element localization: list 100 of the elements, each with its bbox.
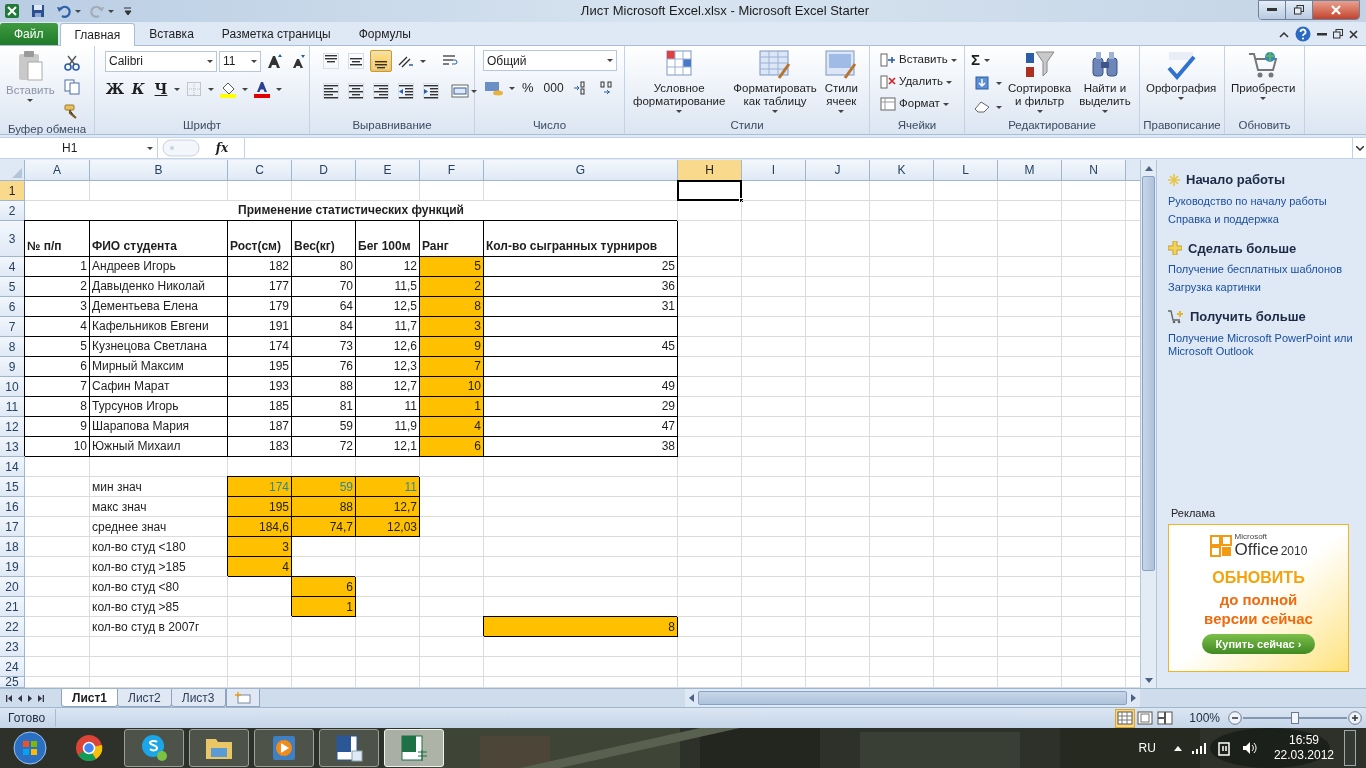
row-header[interactable]: 22	[0, 617, 25, 637]
delete-cells-button[interactable]: Удалить	[878, 72, 959, 92]
conditional-formatting-button[interactable]: Условное форматирование	[629, 50, 728, 113]
ribbon-tab[interactable]: Вставка	[135, 23, 208, 45]
spelling-button[interactable]: Орфография	[1144, 50, 1219, 100]
font-size-field[interactable]: 11	[219, 50, 261, 72]
row-header[interactable]: 12	[0, 417, 25, 437]
percent-button[interactable]: %	[519, 78, 537, 98]
row-header[interactable]: 5	[0, 277, 25, 297]
table-cell: 38	[484, 437, 678, 457]
column-header[interactable]: I	[742, 160, 806, 181]
cell-styles-button[interactable]: Стили ячеек	[822, 50, 860, 113]
clock[interactable]: 16:59 22.03.2012	[1273, 733, 1334, 763]
table-cell: 195	[228, 357, 292, 377]
underline-button[interactable]: Ч	[151, 79, 171, 99]
format-as-table-button[interactable]: Форматировать как таблицу	[731, 50, 819, 113]
table-cell: 47	[484, 417, 678, 437]
pane-link[interactable]: Справка и поддержка	[1168, 212, 1362, 226]
row-header[interactable]: 21	[0, 597, 25, 617]
group-label: Выравнивание	[352, 118, 432, 134]
row-header[interactable]: 10	[0, 377, 25, 397]
pane-link[interactable]: Загрузка картинки	[1168, 281, 1362, 294]
italic-button[interactable]: К	[128, 79, 148, 99]
column-header[interactable]: J	[806, 160, 870, 181]
table-cell: 2	[420, 277, 484, 297]
pane-link[interactable]: Руководство по началу работы	[1168, 194, 1362, 208]
sheet-tab[interactable]: Лист3	[170, 689, 226, 707]
column-header[interactable]: L	[934, 160, 998, 181]
ad-subline: до полной версии сейчас	[1204, 590, 1313, 628]
column-header[interactable]: F	[420, 160, 484, 181]
table-cell: Вес(кг)	[292, 221, 356, 257]
row-header[interactable]: 8	[0, 337, 25, 357]
column-header[interactable]: D	[292, 160, 356, 181]
table-cell: 80	[292, 257, 356, 277]
sort-filter-button[interactable]: Сортировка и фильтр	[1006, 50, 1074, 113]
row-header[interactable]: 15	[0, 477, 25, 497]
ad-headline: ОБНОВИТЬ	[1212, 568, 1305, 588]
row-header[interactable]: 11	[0, 397, 25, 417]
autosum-button[interactable]: Σ	[971, 50, 1002, 70]
group-label: Редактирование	[1008, 118, 1096, 134]
row-header[interactable]: 17	[0, 517, 25, 537]
group-label: Стили	[730, 118, 764, 134]
ribbon-tab[interactable]: Главная	[59, 23, 136, 46]
row-header[interactable]: 18	[0, 537, 25, 557]
table-cell: Кузнецова Светлана	[90, 337, 228, 357]
row-header[interactable]: 24	[0, 657, 25, 677]
column-header[interactable]: C	[228, 160, 292, 181]
row-header[interactable]: 3	[0, 221, 25, 257]
row-header[interactable]: 23	[0, 637, 25, 657]
font-name-field[interactable]: Calibri	[105, 50, 217, 72]
table-cell: 1	[292, 597, 356, 617]
ribbon-tab[interactable]: Файл	[0, 23, 58, 45]
row-header[interactable]: 19	[0, 557, 25, 577]
insert-function-button[interactable]: fx	[215, 139, 229, 157]
language-indicator[interactable]: RU	[1138, 739, 1156, 757]
column-header[interactable]: A	[25, 160, 90, 181]
insert-cells-button[interactable]: Вставить	[878, 50, 959, 70]
ad-banner[interactable]: Microsoft Office 2010 ОБНОВИТЬ до полной версии сейчас Купить сейчас ›	[1168, 524, 1349, 672]
table-cell: 174	[228, 477, 292, 497]
table-cell: 182	[228, 257, 292, 277]
table-cell: 73	[292, 337, 356, 357]
row-header[interactable]: 6	[0, 297, 25, 317]
table-cell: 184,6	[228, 517, 292, 537]
buy-button[interactable]: Приобрести	[1229, 50, 1298, 100]
ribbon-tab[interactable]: Разметка страницы	[207, 23, 345, 45]
row-header[interactable]: 20	[0, 577, 25, 597]
column-header[interactable]: E	[356, 160, 420, 181]
pane-link[interactable]: Получение Microsoft PowerPoint или Microsoft Outlook	[1168, 331, 1362, 358]
column-header[interactable]: N	[1062, 160, 1126, 181]
table-cell: 12,03	[356, 517, 420, 537]
row-header[interactable]: 2	[0, 201, 25, 221]
table-cell: 4	[228, 557, 292, 577]
table-cell: 11	[356, 477, 420, 497]
column-header[interactable]: G	[484, 160, 678, 181]
column-header[interactable]: H	[678, 160, 742, 181]
format-cells-button[interactable]: Формат	[878, 94, 959, 114]
table-cell: 45	[484, 337, 678, 357]
sheet-tab[interactable]: Лист2	[117, 689, 172, 707]
sheet-tab[interactable]: Лист1	[61, 689, 119, 707]
number-format-field[interactable]: Общий	[483, 50, 617, 71]
name-box[interactable]: H1	[0, 138, 158, 158]
row-header[interactable]: 9	[0, 357, 25, 377]
column-header[interactable]: M	[998, 160, 1062, 181]
row-header[interactable]: 4	[0, 257, 25, 277]
pane-link[interactable]: Получение бесплатных шаблонов	[1168, 263, 1362, 276]
find-select-button[interactable]: Найти и выделить	[1077, 50, 1133, 113]
column-header[interactable]: B	[90, 160, 228, 181]
row-header[interactable]: 14	[0, 457, 25, 477]
thousands-button[interactable]: 000	[540, 79, 567, 97]
bold-button[interactable]: Ж	[105, 79, 125, 99]
row-header[interactable]: 1	[0, 181, 25, 201]
table-cell: Шарапова Мария	[90, 417, 228, 437]
column-header[interactable]: K	[870, 160, 934, 181]
row-header[interactable]: 13	[0, 437, 25, 457]
ribbon-tab[interactable]: Формулы	[344, 23, 425, 45]
table-cell: Мирный Максим	[90, 357, 228, 377]
table-cell: кол-во студ >85	[90, 597, 228, 617]
row-header[interactable]: 16	[0, 497, 25, 517]
table-cell: 6	[420, 437, 484, 457]
row-header[interactable]: 7	[0, 317, 25, 337]
